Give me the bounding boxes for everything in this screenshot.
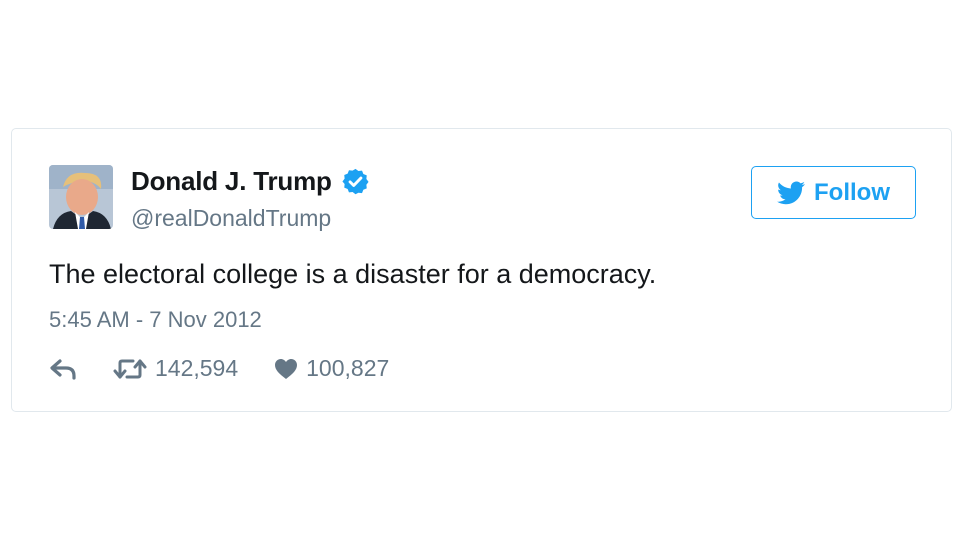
- reply-arrow-icon: [49, 358, 77, 380]
- retweet-icon: [113, 358, 147, 380]
- retweet-count: 142,594: [155, 355, 239, 381]
- author-name-row: Donald J. Trump: [131, 166, 370, 197]
- like-count: 100,827: [306, 355, 390, 381]
- like-button[interactable]: 100,827: [274, 355, 389, 382]
- retweet-button[interactable]: 142,594: [113, 355, 238, 382]
- avatar[interactable]: [49, 165, 113, 229]
- follow-button[interactable]: Follow: [751, 166, 916, 219]
- timestamp[interactable]: 5:45 AM - 7 Nov 2012: [49, 307, 262, 333]
- twitter-bird-icon: [777, 180, 805, 205]
- avatar-image: [49, 165, 113, 229]
- heart-icon: [274, 358, 298, 380]
- author-handle[interactable]: @realDonaldTrump: [131, 205, 331, 232]
- author-name[interactable]: Donald J. Trump: [131, 166, 332, 197]
- tweet-actions: 142,594 100,827: [49, 355, 389, 382]
- verified-badge-icon: [341, 167, 370, 196]
- tweet-card: Donald J. Trump @realDonaldTrump Follow …: [11, 128, 952, 412]
- follow-label: Follow: [814, 178, 890, 206]
- reply-button[interactable]: [49, 358, 77, 380]
- tweet-text: The electoral college is a disaster for …: [49, 259, 657, 289]
